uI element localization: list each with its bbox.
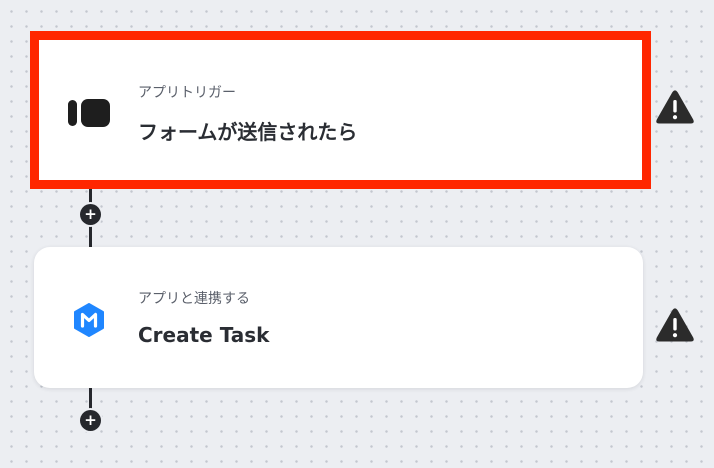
step-title: フォームが送信されたら <box>138 120 358 144</box>
add-step-button[interactable]: + <box>80 204 101 225</box>
step-title: Create Task <box>138 323 270 347</box>
meistertask-icon <box>72 303 106 341</box>
step-type-label: アプリと連携する <box>138 291 250 307</box>
add-step-button[interactable]: + <box>80 410 101 431</box>
action-step-card[interactable]: アプリと連携する Create Task <box>34 247 643 388</box>
trigger-step-card[interactable]: アプリトリガー フォームが送信されたら <box>30 31 651 189</box>
warning-icon[interactable] <box>655 89 695 125</box>
warning-icon[interactable] <box>655 307 695 343</box>
form-trigger-icon <box>68 98 112 132</box>
step-type-label: アプリトリガー <box>138 85 236 101</box>
